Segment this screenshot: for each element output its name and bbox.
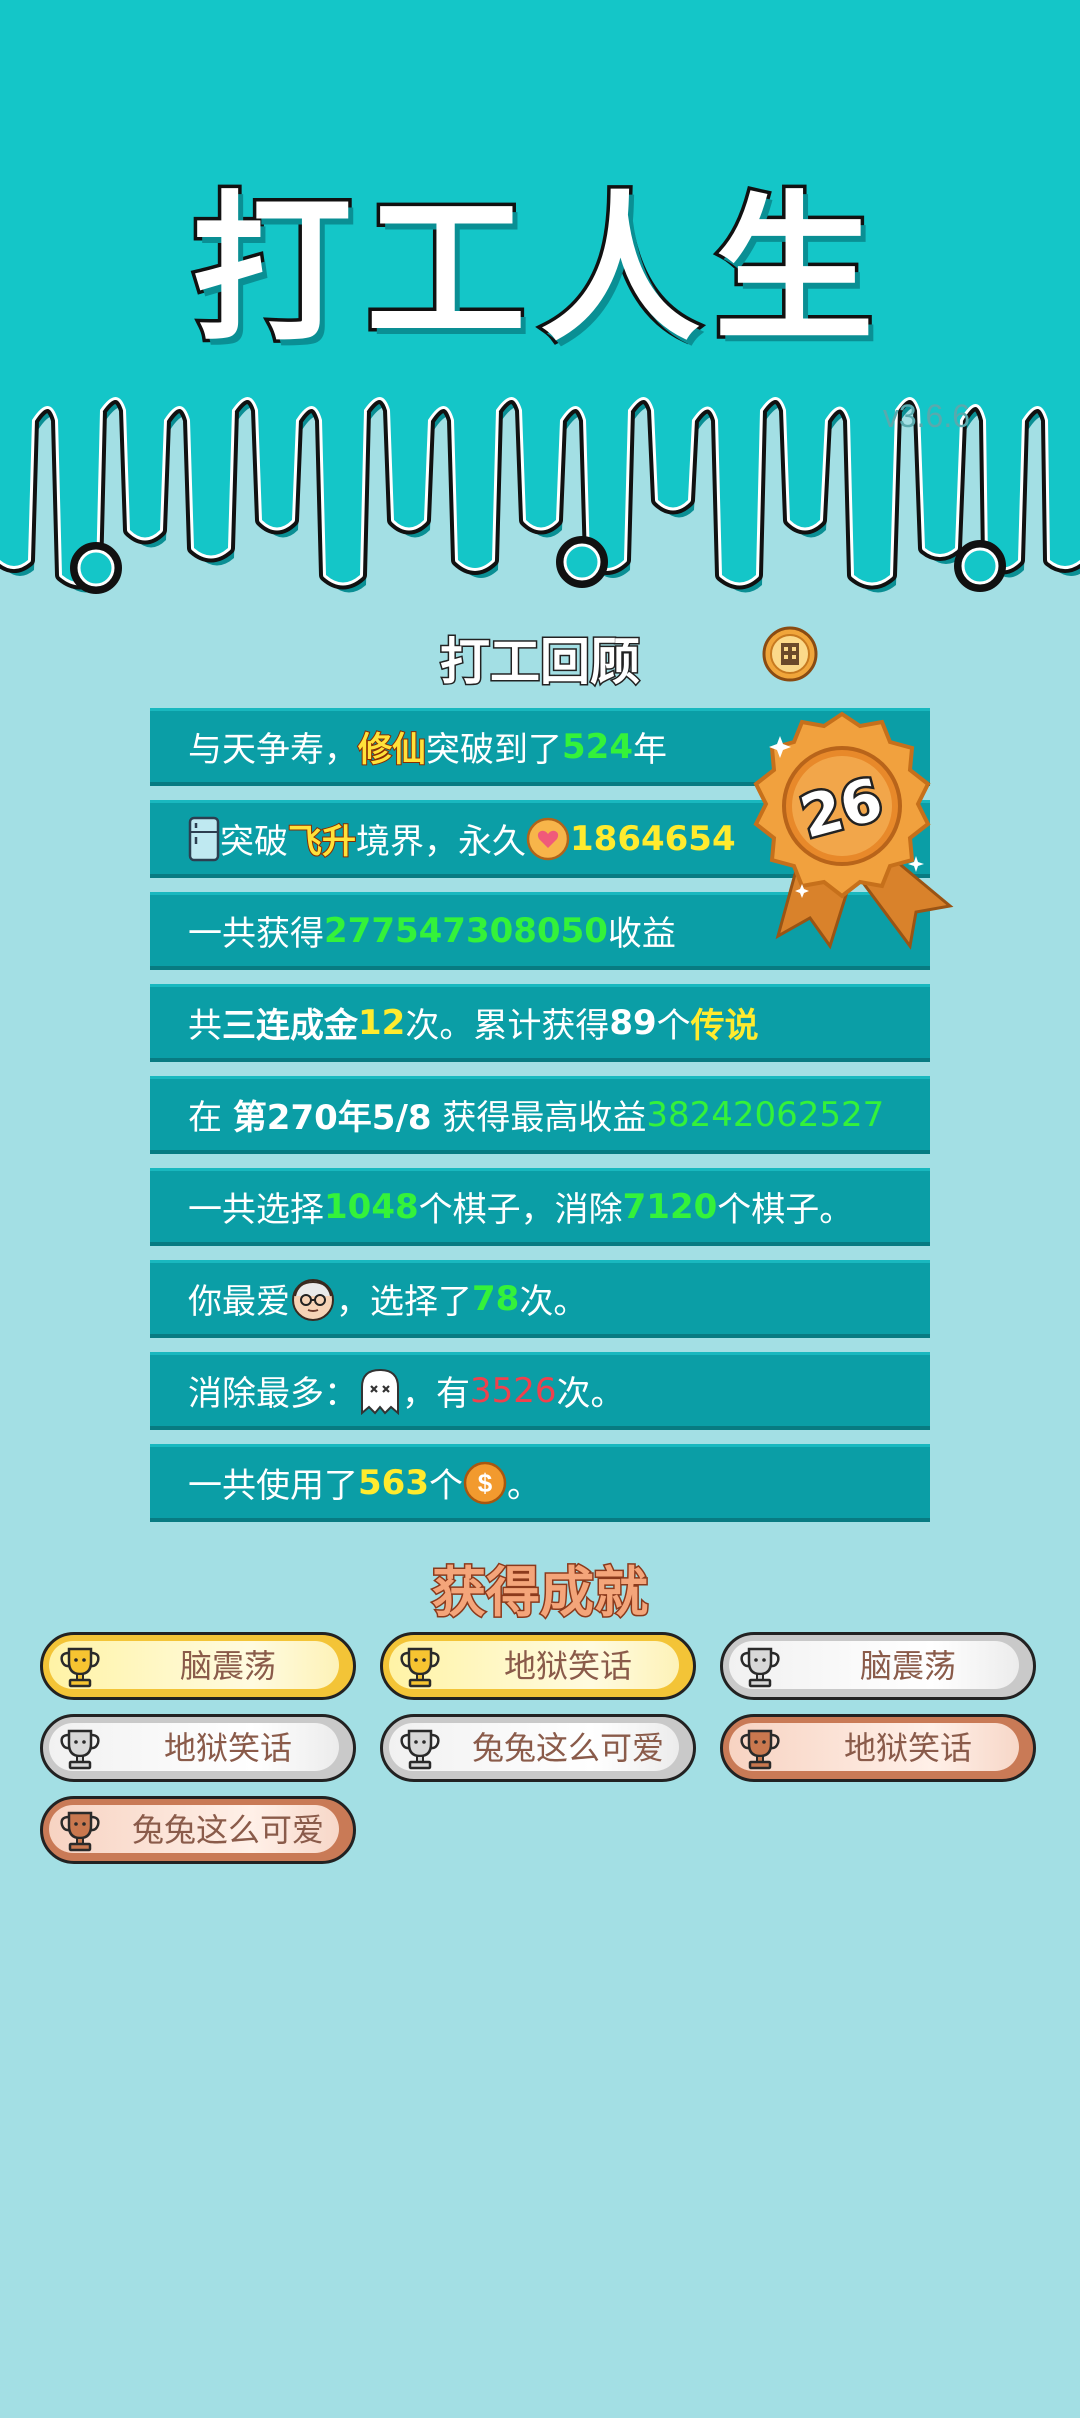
stat-text: 突破到了 [426, 730, 562, 770]
stat-row-triple-gold: 共 三连成金 12 次。累计获得 89 个 传说 [150, 984, 930, 1062]
achievement-label: 地狱笑话 [163, 1729, 292, 1767]
fridge-icon [188, 816, 220, 861]
achievement-badge[interactable]: 地狱笑话 [720, 1714, 1036, 1782]
game-title: 打工人生 [188, 173, 888, 367]
bronze-trophy-icon [740, 1729, 780, 1770]
stat-text: 次。累计获得 [405, 1006, 610, 1046]
stat-text: 次。 [519, 1282, 588, 1322]
stat-text: 共 [188, 1006, 222, 1046]
achievement-label: 地狱笑话 [843, 1729, 972, 1767]
stat-text: 个 [428, 1466, 463, 1506]
stat-text: 与天争寿， [188, 730, 358, 770]
header-banner: 打工人生 v3.6.6 [0, 0, 1080, 620]
stat-text: 境界，永久 [356, 822, 526, 862]
old-man-face-icon [292, 1278, 334, 1321]
stat-highlight: 飞升 [287, 821, 357, 863]
version-label: v3.6.6 [882, 398, 970, 434]
stat-text: 。 [506, 1466, 541, 1506]
stat-row-pieces: 一共选择 1048 个棋子，消除 7120 个棋子。 [150, 1168, 930, 1246]
stat-text: 一共获得 [188, 914, 324, 954]
stat-value: 277547308050 [324, 910, 608, 951]
stat-text: 在 [188, 1098, 233, 1138]
stat-text: 个 [656, 1006, 691, 1046]
stat-value: 524 [562, 726, 633, 767]
stat-row-most-eliminated: 消除最多： ，有 3526 次。 [150, 1352, 930, 1430]
achievement-label: 兔兔这么可爱 [471, 1729, 664, 1767]
stat-text: 消除最多： [188, 1374, 358, 1414]
stat-text: 一共使用了 [188, 1466, 358, 1506]
ghost-icon [361, 1368, 399, 1415]
gold-trophy-icon [60, 1647, 100, 1688]
stat-text: 年 [632, 730, 667, 770]
stat-highlight: 三连成金 [222, 1006, 358, 1046]
gold-trophy-icon [400, 1647, 440, 1688]
achievement-label: 地狱笑话 [503, 1647, 632, 1685]
stat-value: 1864654 [570, 818, 736, 859]
achievements-title: 获得成就 [431, 1560, 650, 1626]
stat-text: ，选择了 [336, 1282, 472, 1322]
achievement-badge[interactable]: 脑震荡 [40, 1632, 356, 1700]
stat-text: 个棋子，消除 [418, 1190, 623, 1230]
stat-value: 1048 [324, 1186, 419, 1227]
stat-highlight: 传说 [690, 1006, 759, 1046]
achievement-label: 兔兔这么可爱 [131, 1811, 324, 1849]
stat-text: 一共选择 [188, 1190, 324, 1230]
achievement-badge[interactable]: 地狱笑话 [380, 1632, 696, 1700]
achievement-label: 脑震荡 [859, 1647, 956, 1685]
stat-row-coins-used: 一共使用了 563 个 $ 。 [150, 1444, 930, 1522]
stat-text: 你最爱 [188, 1282, 290, 1322]
stat-value: 7120 [622, 1186, 718, 1227]
silver-trophy-icon [400, 1729, 440, 1770]
stat-value: 563 [358, 1462, 429, 1503]
stat-value: 3526 [470, 1370, 557, 1411]
bronze-trophy-icon [60, 1811, 100, 1852]
heart-coin-icon [526, 817, 570, 860]
stat-value: 78 [472, 1278, 520, 1319]
stat-text: 获得最高收益 [431, 1098, 647, 1138]
stat-text: 收益 [607, 914, 676, 954]
stat-text: 个棋子。 [717, 1190, 854, 1230]
stat-text: ，有 [402, 1374, 470, 1414]
silver-trophy-icon [60, 1729, 100, 1770]
achievement-badge[interactable]: 脑震荡 [720, 1632, 1036, 1700]
stat-row-best-income: 在 第270年5/8 获得最高收益 38242062527 [150, 1076, 930, 1154]
silver-trophy-icon [740, 1647, 780, 1688]
stat-text: 次。 [556, 1374, 625, 1414]
achievement-badge[interactable]: 兔兔这么可爱 [40, 1796, 356, 1864]
achievement-badge[interactable]: 兔兔这么可爱 [380, 1714, 696, 1782]
building-coin-icon[interactable] [762, 626, 818, 682]
achievement-badge[interactable]: 地狱笑话 [40, 1714, 356, 1782]
stat-row-favorite: 你最爱 ，选择了 78 次。 [150, 1260, 930, 1338]
stat-highlight: 修仙 [357, 729, 427, 771]
stat-highlight: 第270年5/8 [232, 1098, 432, 1138]
stat-value: 12 [358, 1002, 406, 1043]
svg-text:$: $ [478, 1468, 493, 1498]
stat-value: 89 [609, 1002, 657, 1043]
medal-ribbon-icon: 26 [753, 711, 954, 950]
review-title: 打工回顾 [439, 632, 642, 693]
dollar-coin-icon: $ [463, 1461, 507, 1504]
stat-text: 突破 [220, 822, 288, 862]
stat-value: 38242062527 [646, 1094, 885, 1135]
achievement-label: 脑震荡 [179, 1647, 276, 1685]
